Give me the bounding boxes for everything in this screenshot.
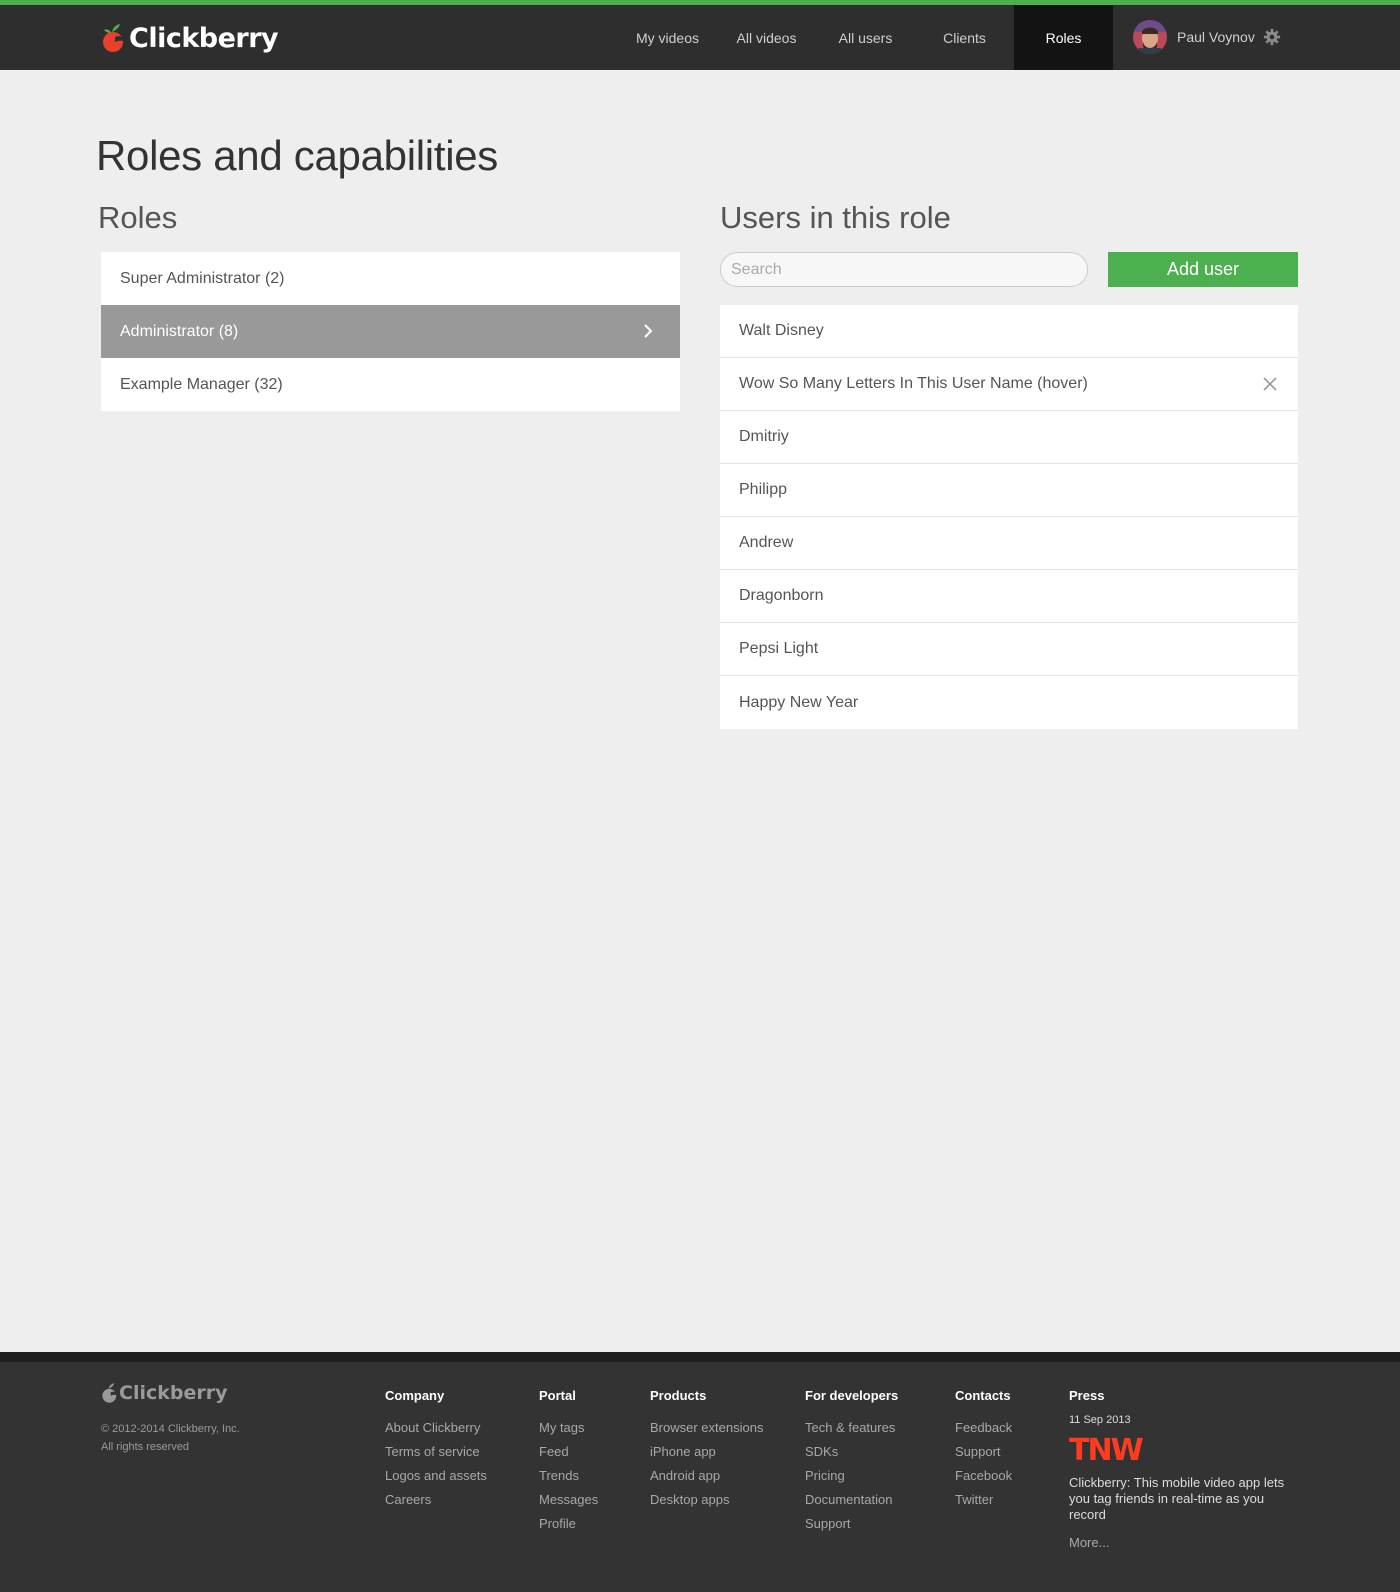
list-item[interactable]: Wow So Many Letters In This User Name (h… [720, 358, 1298, 411]
footer-link[interactable]: Profile [539, 1512, 598, 1536]
footer-col-title: For developers [805, 1388, 899, 1403]
search-input[interactable] [720, 252, 1088, 287]
footer-link[interactable]: Desktop apps [650, 1488, 763, 1512]
list-item[interactable]: Pepsi Light [720, 623, 1298, 676]
footer-link[interactable]: Twitter [955, 1488, 1012, 1512]
footer-link[interactable]: Careers [385, 1488, 487, 1512]
footer-col-company: Company About Clickberry Terms of servic… [385, 1388, 487, 1512]
footer-link[interactable]: Documentation [805, 1488, 898, 1512]
footer-col-portal: Portal My tags Feed Trends Messages Prof… [539, 1388, 598, 1536]
footer-link[interactable]: Terms of service [385, 1440, 487, 1464]
user-item-name: Andrew [739, 534, 794, 551]
role-item-administrator[interactable]: Administrator (8) [101, 305, 680, 358]
footer-col-title: Products [650, 1388, 707, 1403]
footer-link[interactable]: Facebook [955, 1464, 1012, 1488]
roles-list: Super Administrator (2) Administrator (8… [101, 252, 680, 411]
footer-col-contacts: Contacts Feedback Support Facebook Twitt… [955, 1388, 1012, 1512]
chevron-right-icon [644, 324, 653, 338]
copyright-line: © 2012-2014 Clickberry, Inc. [101, 1423, 240, 1435]
page-title: Roles and capabilities [96, 132, 498, 179]
main-nav: My videos All videos All users Clients R… [618, 5, 1113, 70]
user-item-name: Philipp [739, 481, 788, 498]
footer-col-developers: For developers Tech & features SDKs Pric… [805, 1388, 898, 1536]
nav-all-users[interactable]: All users [816, 5, 915, 70]
role-label: Super Administrator (2) [120, 269, 285, 287]
footer-col-products: Products Browser extensions iPhone app A… [650, 1388, 763, 1512]
footer-link[interactable]: Browser extensions [650, 1416, 763, 1440]
press-text[interactable]: Clickberry: This mobile video app lets y… [1069, 1475, 1304, 1523]
list-item[interactable]: Walt Disney [720, 305, 1298, 358]
role-label: Administrator (8) [120, 322, 239, 340]
footer-link[interactable]: Feed [539, 1440, 598, 1464]
users-heading: Users in this role [720, 200, 951, 235]
footer-col-title: Contacts [955, 1388, 1011, 1403]
list-item[interactable]: Dmitriy [720, 411, 1298, 464]
footer-col-title: Portal [539, 1388, 576, 1403]
top-navbar: Clickberry My videos All videos All user… [0, 5, 1400, 70]
user-item-name: Wow So Many Letters In This User Name (h… [739, 375, 1088, 392]
add-user-button[interactable]: Add user [1108, 252, 1298, 287]
berry-logo-icon [103, 24, 126, 52]
rights-line: All rights reserved [101, 1441, 190, 1453]
list-item[interactable]: Philipp [720, 464, 1298, 517]
gear-icon[interactable] [1263, 28, 1281, 46]
footer-link[interactable]: Tech & features [805, 1416, 898, 1440]
list-item[interactable]: Andrew [720, 517, 1298, 570]
berry-logo-icon [102, 1383, 119, 1403]
user-item-name: Dragonborn [739, 587, 824, 604]
footer-link[interactable]: Messages [539, 1488, 598, 1512]
footer-link[interactable]: My tags [539, 1416, 598, 1440]
user-item-name: Walt Disney [739, 322, 824, 339]
avatar[interactable] [1133, 20, 1167, 54]
footer-link[interactable]: Support [805, 1512, 898, 1536]
role-item-super-administrator[interactable]: Super Administrator (2) [101, 252, 680, 305]
nav-all-videos[interactable]: All videos [717, 5, 816, 70]
tnw-logo[interactable]: TNW [1069, 1433, 1149, 1468]
user-item-name: Happy New Year [739, 693, 859, 711]
list-item[interactable]: Happy New Year [720, 676, 1298, 729]
footer-link[interactable]: Android app [650, 1464, 763, 1488]
footer-link[interactable]: SDKs [805, 1440, 898, 1464]
footer-link[interactable]: Feedback [955, 1416, 1012, 1440]
logo-text: Clickberry [129, 22, 279, 54]
footer-divider [0, 1352, 1400, 1362]
footer-col-title: Press [1069, 1388, 1105, 1403]
press-more-link[interactable]: More... [1069, 1531, 1304, 1555]
nav-roles[interactable]: Roles [1014, 5, 1113, 70]
tnw-logo-text: TNW [1069, 1434, 1144, 1462]
footer-link[interactable]: Trends [539, 1464, 598, 1488]
users-list: Walt Disney Wow So Many Letters In This … [720, 305, 1298, 729]
user-menu[interactable]: Paul Voynov [1133, 20, 1281, 54]
footer-col-press: Press 11 Sep 2013 TNW Clickberry: This m… [1069, 1388, 1304, 1555]
user-item-name: Dmitriy [739, 428, 789, 445]
footer-logo[interactable]: Clickberry [101, 1382, 227, 1404]
roles-heading: Roles [98, 200, 178, 235]
role-label: Example Manager (32) [120, 375, 283, 393]
footer-link[interactable]: About Clickberry [385, 1416, 487, 1440]
footer-link[interactable]: Pricing [805, 1464, 898, 1488]
nav-my-videos[interactable]: My videos [618, 5, 717, 70]
copyright: © 2012-2014 Clickberry, Inc. All rights … [101, 1420, 240, 1456]
user-item-name: Pepsi Light [739, 640, 819, 657]
clickberry-logo[interactable]: Clickberry [101, 18, 279, 58]
footer: Clickberry © 2012-2014 Clickberry, Inc. … [0, 1362, 1400, 1592]
footer-link[interactable]: iPhone app [650, 1440, 763, 1464]
footer-link[interactable]: Logos and assets [385, 1464, 487, 1488]
list-item[interactable]: Dragonborn [720, 570, 1298, 623]
role-item-example-manager[interactable]: Example Manager (32) [101, 358, 680, 411]
footer-col-title: Company [385, 1388, 445, 1403]
nav-clients[interactable]: Clients [915, 5, 1014, 70]
close-icon[interactable] [1262, 376, 1278, 392]
footer-link[interactable]: Support [955, 1440, 1012, 1464]
press-date: 11 Sep 2013 [1069, 1414, 1131, 1426]
user-name[interactable]: Paul Voynov [1177, 29, 1255, 45]
footer-logo-text: Clickberry [119, 1382, 228, 1404]
